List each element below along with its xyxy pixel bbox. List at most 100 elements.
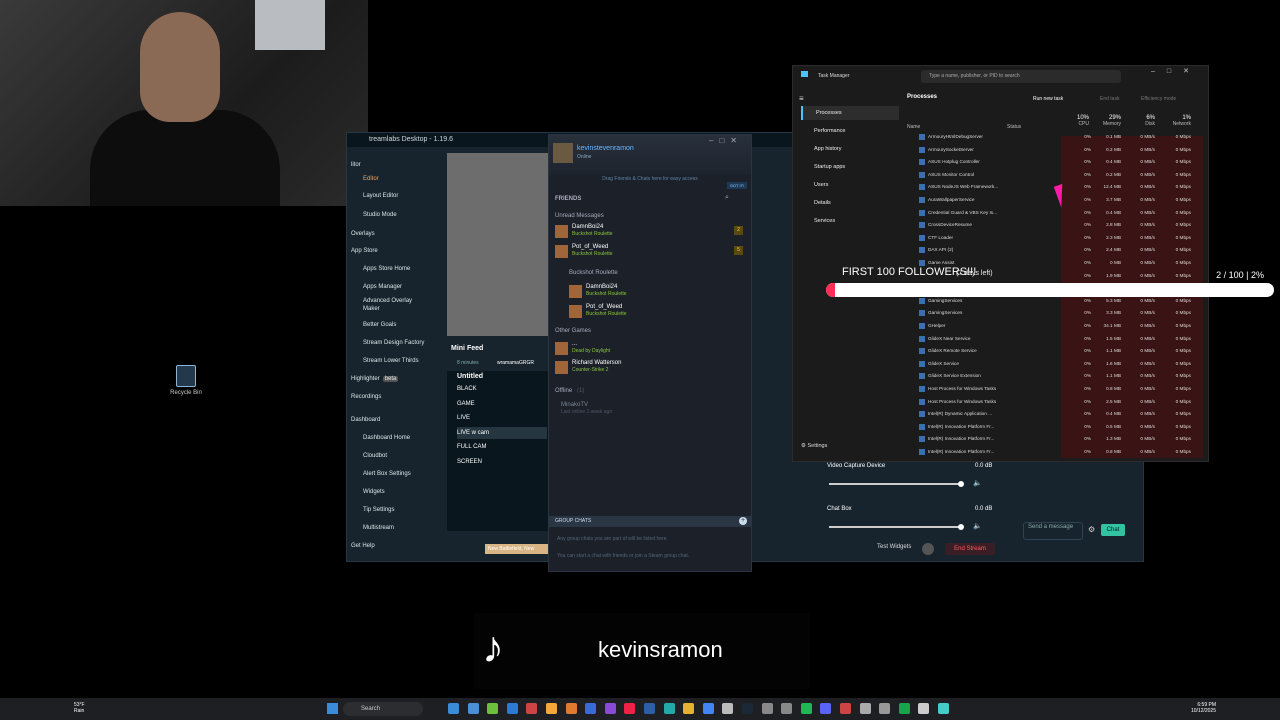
taskbar-app-icon[interactable]	[781, 703, 793, 714]
weather-widget[interactable]: 53°F Rain	[74, 702, 85, 714]
volume-slider-knob[interactable]	[958, 481, 964, 487]
sidebar-item[interactable]: Overlays	[351, 228, 375, 240]
list-item[interactable]: DamnBoi24 Buckshot Roulette	[569, 284, 745, 300]
list-item[interactable]: MinakoTV Last online 1 week ago	[555, 402, 745, 418]
scene-collection-name[interactable]: Untitled	[457, 373, 483, 380]
table-row[interactable]: ArmouryHtmlDebugServer 0% 0.1 MB 0 MB/s 0 Mb…	[907, 131, 1205, 144]
list-item[interactable]: Richard Watterson Counter-Strike 2	[555, 360, 745, 376]
taskbar-app-icon[interactable]	[585, 703, 597, 714]
sidebar-item[interactable]: Stream Design Factory	[363, 337, 424, 349]
efficiency-mode-button[interactable]: Efficiency mode	[1141, 96, 1176, 102]
got-it-button[interactable]: GOT IT!	[727, 182, 747, 189]
nav-item-users[interactable]: Users	[801, 178, 897, 192]
gear-icon[interactable]: ⚙	[1088, 525, 1095, 534]
col-network[interactable]: 1% Network	[1159, 115, 1191, 127]
windows-start-icon[interactable]	[327, 703, 338, 714]
sidebar-item[interactable]: Dashboard Home	[363, 432, 410, 444]
nav-item-services[interactable]: Services	[801, 214, 897, 228]
taskbar-app-icon[interactable]	[448, 703, 459, 714]
mute-icon[interactable]: 🔈	[973, 479, 982, 487]
taskbar-app-icon[interactable]	[624, 703, 636, 714]
scene-item[interactable]: FULL CAM	[457, 441, 547, 453]
table-row[interactable]: Credential Guard & VBS Key Is... 0% 0.4 MB…	[907, 207, 1205, 220]
taskbar-app-icon[interactable]	[742, 703, 753, 714]
table-row[interactable]: ASUS Monitor Control 0% 0.2 MB 0 MB/s 0 Mbps	[907, 169, 1205, 182]
test-widgets-button[interactable]: Test Widgets	[877, 544, 911, 550]
taskbar-app-icon[interactable]	[604, 703, 616, 714]
taskbar-app-icon[interactable]	[840, 703, 851, 714]
taskbar-app-icon[interactable]	[800, 703, 812, 714]
sidebar-item[interactable]: Widgets	[363, 486, 385, 498]
table-row[interactable]: AuraWallpaperService 0% 3.7 MB 0 MB/s 0 Mbps	[907, 194, 1205, 207]
table-row[interactable]: DAX API (2) 0% 2.4 MB 0 MB/s 0 Mbps	[907, 244, 1205, 257]
table-row[interactable]: ArmourySocketServer 0% 0.2 MB 0 MB/s 0 Mbps	[907, 144, 1205, 157]
table-row[interactable]: Host Process for Windows Tasks 0% 0.8 MB 0 …	[907, 383, 1205, 396]
sidebar-item[interactable]: Apps Store Home	[363, 263, 410, 275]
sidebar-item[interactable]: Highlighter beta	[351, 373, 399, 385]
table-row[interactable]: Host Process for Windows Tasks 0% 2.5 MB 0 …	[907, 396, 1205, 409]
sidebar-item[interactable]: Dashboard	[351, 414, 380, 426]
add-group-chat-icon[interactable]: +	[739, 517, 747, 525]
taskbar-app-icon[interactable]	[644, 703, 655, 714]
col-cpu[interactable]: 10% CPU	[1067, 115, 1089, 127]
table-row[interactable]: ASUS Hotplug Controller 0% 0.4 MB 0 MB/s 0 M…	[907, 156, 1205, 169]
taskbar-app-icon[interactable]	[820, 703, 832, 714]
end-task-button[interactable]: End task	[1100, 96, 1119, 102]
window-controls-icon[interactable]: –□✕	[1151, 67, 1201, 75]
nav-item-startup-apps[interactable]: Startup apps	[801, 160, 897, 174]
volume-slider[interactable]	[829, 526, 961, 528]
list-item[interactable]: Pot_of_Weed Buckshot Roulette	[569, 304, 745, 320]
col-name[interactable]: Name	[907, 124, 920, 130]
sidebar-item[interactable]: Tip Settings	[363, 504, 394, 516]
sidebar-item[interactable]: litor	[351, 159, 361, 171]
list-item[interactable]: ... Dead by Daylight	[555, 341, 745, 357]
table-row[interactable]: Intel(R) Dynamic Application ... 0% 0.4 MB…	[907, 408, 1205, 421]
taskbar-app-icon[interactable]	[467, 703, 479, 714]
taskbar-search[interactable]: Search	[343, 702, 423, 716]
sidebar-item[interactable]: Cloudbot	[363, 450, 387, 462]
taskbar-app-icon[interactable]	[487, 703, 499, 714]
window-controls-icon[interactable]: –□✕	[709, 136, 743, 145]
avatar[interactable]	[922, 543, 934, 555]
taskbar-app-icon[interactable]	[546, 703, 557, 714]
scene-item[interactable]: LIVE w cam	[457, 426, 547, 439]
table-row[interactable]: GHelper 0% 34.1 MB 0 MB/s 0 Mbps	[907, 320, 1205, 333]
sidebar-item[interactable]: Apps Manager	[363, 281, 402, 293]
avatar[interactable]	[553, 143, 573, 163]
table-row[interactable]: CTF Loader 0% 2.3 MB 0 MB/s 0 Mbps	[907, 232, 1205, 245]
taskbar-app-icon[interactable]	[702, 703, 714, 714]
scene-item[interactable]: LIVE	[457, 412, 547, 424]
table-row[interactable]: GlideX Near Service 0% 1.5 MB 0 MB/s 0 Mbps	[907, 333, 1205, 346]
list-item[interactable]: Pot_of_Weed Buckshot Roulette 5	[555, 244, 745, 260]
sidebar-item[interactable]: Recordings	[351, 391, 381, 403]
sidebar-item[interactable]: Editor	[363, 173, 379, 185]
taskbar-app-icon[interactable]	[722, 703, 734, 714]
taskbar-app-icon[interactable]	[898, 703, 910, 714]
taskbar-app-icon[interactable]	[918, 703, 930, 714]
sidebar-item[interactable]: Better Goals	[363, 319, 396, 331]
end-stream-button[interactable]: End Stream	[945, 543, 995, 555]
recycle-bin[interactable]: Recycle Bin	[170, 365, 202, 396]
table-row[interactable]: Intel(R) Innovation Platform Fr... 0% 0.5 …	[907, 421, 1205, 434]
taskbar-app-icon[interactable]	[506, 703, 518, 714]
sidebar-item[interactable]: Layout Editor	[363, 190, 398, 202]
nav-item-details[interactable]: Details	[801, 196, 897, 210]
sidebar-item[interactable]: Studio Mode	[363, 209, 397, 221]
table-row[interactable]: GamingServices 0% 3.3 MB 0 MB/s 0 Mbps	[907, 307, 1205, 320]
steam-username[interactable]: kevinstevenramon	[577, 145, 634, 152]
clock[interactable]: 6:59 PM 10/12/2025	[1191, 702, 1216, 714]
sidebar-item[interactable]: Alert Box Settings	[363, 468, 411, 480]
run-new-task-button[interactable]: Run new task	[1033, 96, 1063, 102]
table-row[interactable]: GlideX Remote Service 0% 1.1 MB 0 MB/s 0 Mbp…	[907, 345, 1205, 358]
scene-item[interactable]: SCREEN	[457, 456, 547, 468]
table-row[interactable]: GlideX Service 0% 1.6 MB 0 MB/s 0 Mbps	[907, 358, 1205, 371]
table-row[interactable]: CrossDeviceResume 0% 2.8 MB 0 MB/s 0 Mbps	[907, 219, 1205, 232]
sidebar-item[interactable]: Get Help	[351, 540, 375, 552]
chat-button[interactable]: Chat	[1101, 524, 1125, 536]
volume-slider[interactable]	[829, 483, 961, 485]
mute-icon[interactable]: 🔈	[973, 522, 982, 530]
col-status[interactable]: Status	[1007, 124, 1021, 130]
taskbar-app-icon[interactable]	[938, 703, 949, 714]
taskbar-app-icon[interactable]	[879, 703, 891, 714]
scene-item[interactable]: GAME	[457, 398, 547, 410]
